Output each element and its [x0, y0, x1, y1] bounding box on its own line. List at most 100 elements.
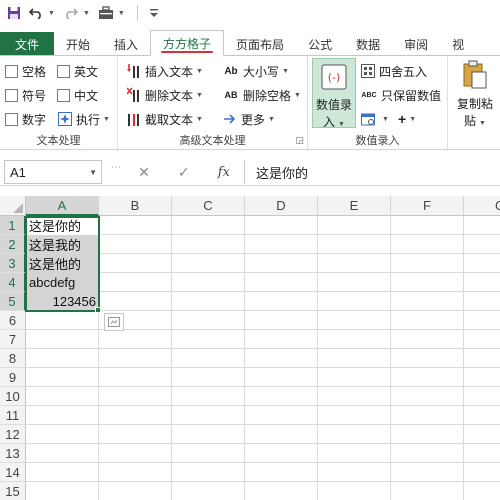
- toolbox-dropdown-icon[interactable]: ▼: [118, 10, 125, 17]
- select-all-button[interactable]: [0, 196, 26, 216]
- column-header-g[interactable]: G: [464, 196, 500, 216]
- round-button[interactable]: 四舍五入: [360, 61, 427, 81]
- more-button[interactable]: 更多 ▼: [222, 109, 275, 129]
- clipboard-icon: [462, 60, 488, 93]
- calendar-button[interactable]: ▼: [360, 109, 389, 129]
- chevron-down-icon: ▼: [479, 120, 486, 127]
- enter-icon[interactable]: ✓: [178, 164, 190, 181]
- checkbox-icon[interactable]: [5, 64, 18, 78]
- column-header-d[interactable]: D: [245, 196, 318, 216]
- keep-values-label: 只保留数值: [381, 88, 442, 103]
- case-button[interactable]: Ab 大小写 ▼: [222, 61, 289, 81]
- tab-data[interactable]: 数据: [344, 32, 392, 56]
- checkbox-symbol[interactable]: 符号: [5, 85, 46, 105]
- redo-icon[interactable]: [61, 2, 81, 24]
- execute-button[interactable]: 执行 ▼: [57, 109, 110, 129]
- tab-fangfang[interactable]: 方方格子: [150, 30, 225, 56]
- column-header-c[interactable]: C: [172, 196, 245, 216]
- insert-text-button[interactable]: 插入文本 ▼: [126, 61, 203, 81]
- row-header-3[interactable]: 3: [0, 254, 26, 273]
- checkbox-icon[interactable]: [5, 88, 18, 102]
- row-header-2[interactable]: 2: [0, 235, 26, 254]
- row-header-9[interactable]: 9: [0, 368, 26, 387]
- insert-function-icon[interactable]: fx: [218, 165, 230, 180]
- plus-button[interactable]: + ▼: [398, 109, 416, 129]
- tab-review[interactable]: 审阅: [392, 32, 440, 56]
- delete-space-button[interactable]: AB 删除空格 ▼: [222, 85, 301, 105]
- formula-buttons: ✕ ✓ fx: [124, 160, 244, 184]
- grid-line: [26, 405, 500, 406]
- tab-insert[interactable]: 插入: [102, 32, 150, 56]
- ribbon-tabs: 文件 开始 插入 方方格子 页面布局 公式 数据 审阅 视: [0, 30, 500, 56]
- row-header-11[interactable]: 11: [0, 406, 26, 425]
- chevron-down-icon: ▼: [196, 91, 203, 99]
- delete-text-button[interactable]: 删除文本 ▼: [126, 85, 203, 105]
- row-header-4[interactable]: 4: [0, 273, 26, 292]
- row-header-13[interactable]: 13: [0, 444, 26, 463]
- extract-text-icon: [126, 111, 142, 127]
- redo-dropdown-icon[interactable]: ▼: [83, 10, 90, 17]
- cell-a1[interactable]: 这是你的: [26, 216, 99, 235]
- checkbox-icon[interactable]: [57, 88, 70, 102]
- name-box[interactable]: A1 ▼: [4, 160, 102, 184]
- insert-text-label: 插入文本: [145, 64, 194, 79]
- checkbox-number-label: 数字: [22, 112, 47, 127]
- extract-text-button[interactable]: 截取文本 ▼: [126, 109, 203, 129]
- undo-dropdown-icon[interactable]: ▼: [48, 10, 55, 17]
- grid-line: [26, 462, 500, 463]
- drag-handle-icon[interactable]: ⋮: [110, 162, 121, 171]
- delete-space-label: 删除空格: [243, 88, 292, 103]
- checkbox-chinese-label: 中文: [74, 88, 99, 103]
- checkbox-icon[interactable]: [5, 112, 18, 126]
- delete-space-icon: AB: [224, 90, 238, 100]
- row-header-7[interactable]: 7: [0, 330, 26, 349]
- row-header-1[interactable]: 1: [0, 216, 26, 235]
- tab-view[interactable]: 视: [440, 32, 476, 56]
- save-icon[interactable]: [4, 2, 24, 24]
- execute-label: 执行: [76, 112, 101, 127]
- chevron-down-icon[interactable]: ▼: [89, 168, 97, 177]
- undo-icon[interactable]: [26, 2, 46, 24]
- checkbox-icon[interactable]: [57, 64, 70, 78]
- dialog-launcher-icon[interactable]: ◲: [295, 135, 304, 146]
- customize-icon[interactable]: [144, 2, 164, 24]
- checkbox-space[interactable]: 空格: [5, 61, 46, 81]
- formula-input[interactable]: 这是你的: [256, 160, 308, 184]
- keep-values-button[interactable]: ABC 只保留数值: [360, 85, 441, 105]
- chevron-down-icon: ▼: [268, 115, 275, 123]
- row-header-15[interactable]: 15: [0, 482, 26, 500]
- cancel-icon[interactable]: ✕: [138, 164, 150, 181]
- row-header-5[interactable]: 5: [0, 292, 26, 311]
- row-header-12[interactable]: 12: [0, 425, 26, 444]
- tab-formulas[interactable]: 公式: [296, 32, 344, 56]
- cell-a2[interactable]: 这是我的: [26, 235, 99, 254]
- spreadsheet-grid[interactable]: ABCDEFG123456789101112131415这是你的这是我的这是他的…: [0, 196, 500, 500]
- column-header-a[interactable]: A: [26, 196, 99, 216]
- quick-analysis-icon[interactable]: [104, 313, 124, 331]
- column-header-f[interactable]: F: [391, 196, 464, 216]
- checkbox-english[interactable]: 英文: [57, 61, 98, 81]
- column-header-e[interactable]: E: [318, 196, 391, 216]
- tab-file[interactable]: 文件: [0, 32, 54, 56]
- cell-a5[interactable]: 123456: [26, 292, 99, 311]
- fill-handle[interactable]: [95, 307, 101, 313]
- row-header-10[interactable]: 10: [0, 387, 26, 406]
- tab-page-layout[interactable]: 页面布局: [224, 32, 296, 56]
- copy-paste-label-line2: 贴 ▼: [464, 112, 486, 129]
- cell-a3[interactable]: 这是他的: [26, 254, 99, 273]
- formula-separator: [244, 160, 245, 184]
- checkbox-number[interactable]: 数字: [5, 109, 46, 129]
- advanced-text-group: 插入文本 ▼ 删除文本 ▼ 截取文本 ▼ Ab 大小写 ▼ AB 删除空格 ▼ 更多 ▼ 高…: [118, 56, 308, 151]
- copy-paste-button[interactable]: 复制粘 贴 ▼: [452, 60, 498, 130]
- row-header-14[interactable]: 14: [0, 463, 26, 482]
- tab-home[interactable]: 开始: [54, 32, 102, 56]
- row-header-8[interactable]: 8: [0, 349, 26, 368]
- column-header-b[interactable]: B: [99, 196, 172, 216]
- toolbox-icon[interactable]: [96, 2, 116, 24]
- number-entry-button[interactable]: (-) 数值录 入 ▼: [312, 58, 356, 129]
- checkbox-chinese[interactable]: 中文: [57, 85, 98, 105]
- advanced-text-label: 高级文本处理: [179, 135, 246, 147]
- checkbox-space-label: 空格: [22, 64, 47, 79]
- row-header-6[interactable]: 6: [0, 311, 26, 330]
- cell-a4[interactable]: abcdefg: [26, 273, 99, 292]
